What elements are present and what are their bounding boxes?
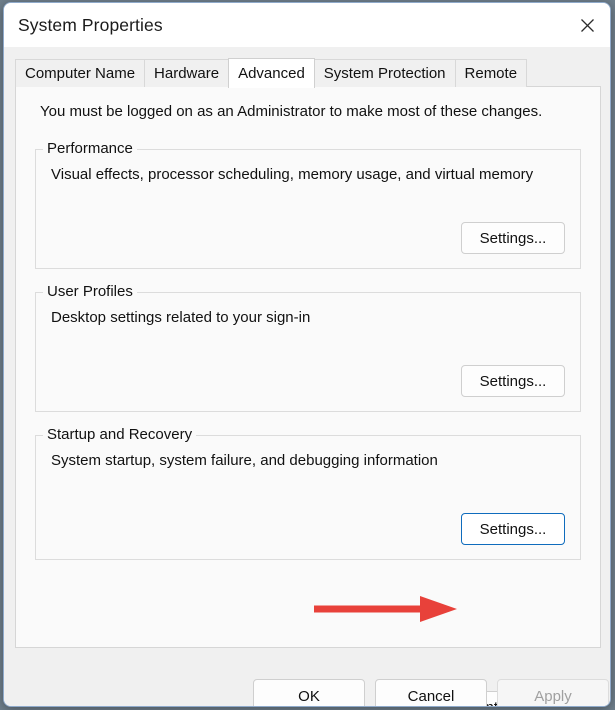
- advanced-tab-panel: You must be logged on as an Administrato…: [15, 86, 601, 706]
- startup-and-recovery-group: Startup and Recovery System startup, sys…: [35, 426, 581, 560]
- title-bar: System Properties: [4, 3, 610, 47]
- close-icon: [580, 18, 594, 32]
- startup-and-recovery-group-legend: Startup and Recovery: [43, 426, 197, 443]
- tab-computer-name[interactable]: Computer Name: [15, 59, 146, 87]
- window-title: System Properties: [18, 15, 163, 35]
- cancel-button[interactable]: Cancel: [375, 679, 487, 706]
- administrator-note: You must be logged on as an Administrato…: [40, 103, 543, 120]
- system-properties-dialog: System Properties Computer Name Hardware…: [3, 2, 611, 707]
- startup-and-recovery-description: System startup, system failure, and debu…: [51, 452, 438, 469]
- performance-group-legend: Performance: [43, 140, 137, 157]
- tab-strip: Computer Name Hardware Advanced System P…: [15, 57, 528, 88]
- user-profiles-settings-button[interactable]: Settings...: [461, 365, 565, 397]
- annotation-arrow-icon: [314, 596, 457, 622]
- user-profiles-group-legend: User Profiles: [43, 283, 137, 300]
- apply-button: Apply: [497, 679, 609, 706]
- ok-button[interactable]: OK: [253, 679, 365, 706]
- tab-system-protection[interactable]: System Protection: [313, 59, 456, 87]
- performance-description: Visual effects, processor scheduling, me…: [51, 166, 534, 183]
- performance-group: Performance Visual effects, processor sc…: [35, 140, 581, 269]
- user-profiles-group: User Profiles Desktop settings related t…: [35, 283, 581, 412]
- tab-remote[interactable]: Remote: [454, 59, 528, 87]
- user-profiles-description: Desktop settings related to your sign-in: [51, 309, 311, 326]
- tab-hardware[interactable]: Hardware: [144, 59, 230, 87]
- dialog-body: Computer Name Hardware Advanced System P…: [4, 47, 610, 706]
- startup-and-recovery-settings-button[interactable]: Settings...: [461, 513, 565, 545]
- performance-settings-button[interactable]: Settings...: [461, 222, 565, 254]
- close-button[interactable]: [564, 3, 610, 47]
- dialog-footer: OK Cancel Apply: [4, 661, 610, 706]
- tab-advanced[interactable]: Advanced: [228, 58, 315, 88]
